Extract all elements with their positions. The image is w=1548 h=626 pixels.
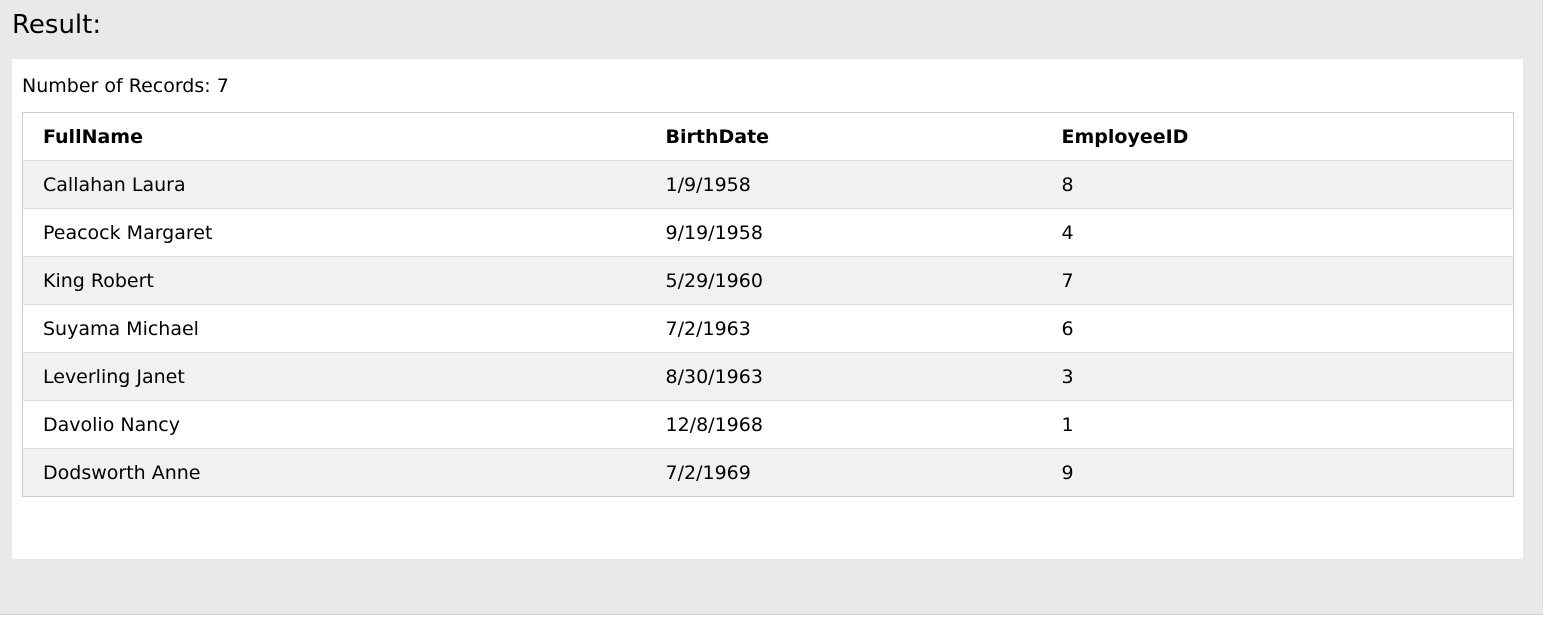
birthdate-cell: 7/2/1963 xyxy=(645,304,1042,353)
record-count-label: Number of Records: 7 xyxy=(22,75,229,97)
column-header-employeeid: EmployeeID xyxy=(1041,112,1514,161)
employeeid-cell: 1 xyxy=(1041,400,1514,449)
result-container: Number of Records: 7 FullName BirthDate … xyxy=(12,59,1523,559)
result-heading: Result: xyxy=(12,10,102,40)
table-row: King Robert 5/29/1960 7 xyxy=(22,256,1514,305)
table-header-row: FullName BirthDate EmployeeID xyxy=(22,112,1514,161)
employeeid-cell: 4 xyxy=(1041,208,1514,257)
birthdate-cell: 7/2/1969 xyxy=(645,448,1042,497)
fullname-cell: Davolio Nancy xyxy=(22,400,646,449)
fullname-cell: Leverling Janet xyxy=(22,352,646,401)
employeeid-cell: 7 xyxy=(1041,256,1514,305)
fullname-cell: King Robert xyxy=(22,256,646,305)
fullname-cell: Callahan Laura xyxy=(22,160,646,209)
table-row: Leverling Janet 8/30/1963 3 xyxy=(22,352,1514,401)
table-row: Davolio Nancy 12/8/1968 1 xyxy=(22,400,1514,449)
table-row: Dodsworth Anne 7/2/1969 9 xyxy=(22,448,1514,497)
employeeid-cell: 8 xyxy=(1041,160,1514,209)
column-header-fullname: FullName xyxy=(22,112,646,161)
column-header-birthdate: BirthDate xyxy=(645,112,1042,161)
result-table: FullName BirthDate EmployeeID Callahan L… xyxy=(22,112,1514,497)
result-panel: Result: Number of Records: 7 FullName Bi… xyxy=(0,0,1543,615)
table-row: Suyama Michael 7/2/1963 6 xyxy=(22,304,1514,353)
employeeid-cell: 9 xyxy=(1041,448,1514,497)
birthdate-cell: 9/19/1958 xyxy=(645,208,1042,257)
birthdate-cell: 12/8/1968 xyxy=(645,400,1042,449)
table-row: Peacock Margaret 9/19/1958 4 xyxy=(22,208,1514,257)
fullname-cell: Dodsworth Anne xyxy=(22,448,646,497)
fullname-cell: Peacock Margaret xyxy=(22,208,646,257)
birthdate-cell: 5/29/1960 xyxy=(645,256,1042,305)
employeeid-cell: 3 xyxy=(1041,352,1514,401)
table-row: Callahan Laura 1/9/1958 8 xyxy=(22,160,1514,209)
employeeid-cell: 6 xyxy=(1041,304,1514,353)
birthdate-cell: 8/30/1963 xyxy=(645,352,1042,401)
birthdate-cell: 1/9/1958 xyxy=(645,160,1042,209)
fullname-cell: Suyama Michael xyxy=(22,304,646,353)
